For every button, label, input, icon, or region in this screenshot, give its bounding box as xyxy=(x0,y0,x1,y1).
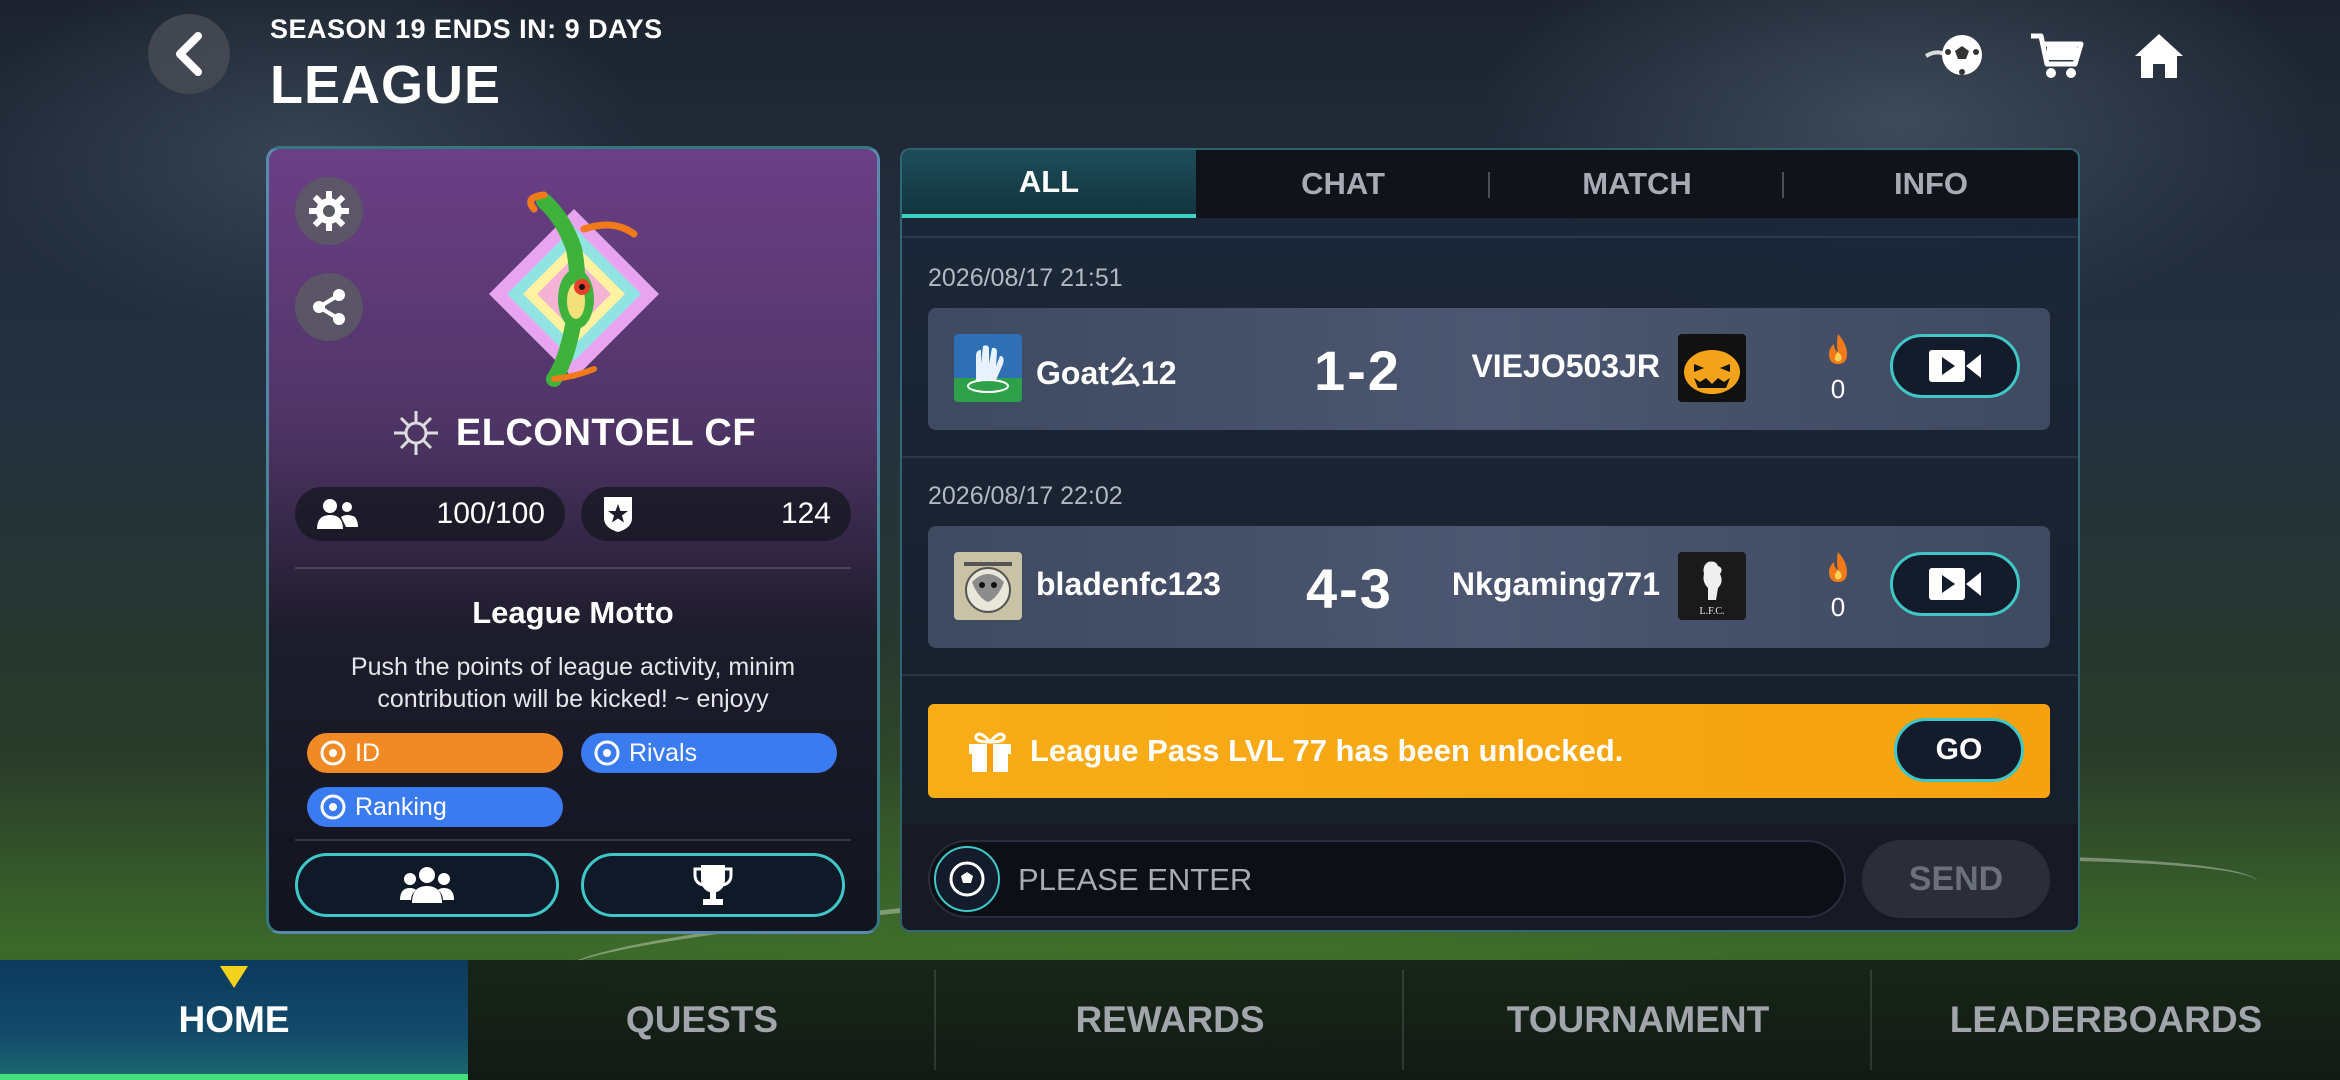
home-team-name: bladenfc123 xyxy=(1036,566,1221,602)
globe-icon xyxy=(320,794,346,820)
send-button[interactable]: SEND xyxy=(1862,840,2050,918)
chat-input[interactable] xyxy=(1016,852,1820,908)
match-score: 4-3 xyxy=(1306,557,1393,620)
tab-match[interactable]: MATCH xyxy=(1490,150,1784,218)
chip-ranking-label: Ranking xyxy=(355,792,447,821)
tab-chat-label: CHAT xyxy=(1301,166,1385,201)
chip-rivals-label: Rivals xyxy=(629,738,698,767)
nav-home[interactable]: HOME xyxy=(0,960,468,1080)
home-team-name: Goat么12 xyxy=(1036,355,1177,391)
globe-icon xyxy=(594,740,620,766)
club-name-row: ELCONTOEL CF xyxy=(269,407,877,459)
tab-all[interactable]: ALL xyxy=(902,150,1196,218)
ball-icon[interactable] xyxy=(1924,24,1986,86)
motto-title: League Motto xyxy=(472,595,674,630)
back-chevron-icon xyxy=(176,32,202,76)
match-card: bladenfc123 4-3 Nkgaming771 L.F.C. 0 xyxy=(928,526,2050,648)
rank-value: 124 xyxy=(780,497,831,530)
page-title: LEAGUE xyxy=(270,55,502,115)
replay-button[interactable] xyxy=(1890,552,2020,616)
league-info-panel: ELCONTOEL CF 100/100 124 League Motto Pu… xyxy=(266,146,880,934)
feed-panel: ALL CHAT MATCH INFO 2026/08/17 21:51 Goa… xyxy=(900,148,2080,932)
divider xyxy=(295,839,851,841)
team-logo-pumpkin xyxy=(1678,334,1746,402)
share-button[interactable] xyxy=(295,273,363,341)
chip-id-label: ID xyxy=(355,738,380,767)
selected-indicator-icon xyxy=(220,966,248,988)
divider xyxy=(902,674,2078,676)
members-button[interactable] xyxy=(295,853,559,917)
members-icon xyxy=(400,867,454,903)
divider xyxy=(902,236,2078,238)
away-logo-text: L.F.C. xyxy=(1699,606,1724,617)
away-team-name: Nkgaming771 xyxy=(1451,566,1660,602)
tab-info[interactable]: INFO xyxy=(1784,150,2078,218)
match-timestamp: 2026/08/17 21:51 xyxy=(928,264,1123,292)
top-icon-bar xyxy=(1924,24,2190,86)
members-count: 100/100 xyxy=(295,487,565,541)
divider xyxy=(295,567,851,569)
pass-banner-text: League Pass LVL 77 has been unlocked. xyxy=(1030,733,1624,768)
away-team-name: VIEJO503JR xyxy=(1471,348,1660,384)
chip-id[interactable]: ID xyxy=(307,733,563,773)
match-timestamp: 2026/08/17 22:02 xyxy=(928,482,1123,510)
season-countdown: SEASON 19 ENDS IN: 9 DAYS xyxy=(270,14,663,44)
back-button[interactable] xyxy=(148,14,230,94)
league-rank: 124 xyxy=(581,487,851,541)
globe-icon xyxy=(320,740,346,766)
nav-home-label: HOME xyxy=(178,999,290,1040)
club-badge-icon xyxy=(393,411,438,455)
settings-button[interactable] xyxy=(295,177,363,245)
replay-button[interactable] xyxy=(1890,334,2020,398)
nav-quests-label: QUESTS xyxy=(625,999,779,1040)
match-score: 1-2 xyxy=(1314,339,1401,402)
tab-match-label: MATCH xyxy=(1582,166,1692,201)
share-icon xyxy=(313,289,345,325)
members-value: 100/100 xyxy=(436,497,545,530)
gift-icon xyxy=(969,732,1011,772)
tab-chat[interactable]: CHAT xyxy=(1196,150,1490,218)
team-logo-liverbird: L.F.C. xyxy=(1678,552,1746,620)
fire-icon xyxy=(1818,550,1858,589)
match-card: Goat么12 1-2 VIEJO503JR 0 xyxy=(928,308,2050,430)
video-camera-icon xyxy=(1929,350,1981,382)
nav-tournament-label: TOURNAMENT xyxy=(1506,999,1770,1040)
soccer-ball-icon xyxy=(949,861,985,897)
nav-tournament[interactable]: TOURNAMENT xyxy=(1404,960,1872,1080)
cart-icon[interactable] xyxy=(2026,24,2088,86)
chat-input-row: SEND xyxy=(902,824,2078,930)
club-name: ELCONTOEL CF xyxy=(455,411,757,454)
nav-quests[interactable]: QUESTS xyxy=(468,960,936,1080)
nav-rewards[interactable]: REWARDS xyxy=(936,960,1404,1080)
team-logo-glove xyxy=(954,334,1022,402)
league-crest-frog-icon xyxy=(489,191,659,387)
video-camera-icon xyxy=(1929,568,1981,600)
team-logo-wolf xyxy=(954,552,1022,620)
league-pass-banner: League Pass LVL 77 has been unlocked. GO xyxy=(928,704,2050,798)
motto-text: Push the points of league activity, mini… xyxy=(350,653,796,713)
chip-rivals[interactable]: Rivals xyxy=(581,733,837,773)
trophy-icon xyxy=(693,865,733,905)
chip-ranking[interactable]: Ranking xyxy=(307,787,563,827)
bottom-nav: HOME QUESTS REWARDS TOURNAMENT LEADERBOA… xyxy=(0,960,2340,1080)
nav-rewards-label: REWARDS xyxy=(1075,999,1265,1040)
members-icon xyxy=(317,499,358,529)
gear-icon xyxy=(309,191,349,231)
rank-shield-star-icon xyxy=(604,497,632,532)
nav-leaderboards[interactable]: LEADERBOARDS xyxy=(1872,960,2340,1080)
emoji-ball-button[interactable] xyxy=(934,846,1000,912)
heat-count: 0 xyxy=(1830,374,1846,404)
feed-tabs: ALL CHAT MATCH INFO xyxy=(902,150,2078,218)
fire-icon xyxy=(1818,332,1858,371)
nav-leaderboards-label: LEADERBOARDS xyxy=(1949,999,2263,1040)
trophy-button[interactable] xyxy=(581,853,845,917)
heat-count: 0 xyxy=(1830,592,1846,622)
divider xyxy=(902,456,2078,458)
go-button[interactable]: GO xyxy=(1894,718,2024,782)
chat-input-box xyxy=(928,840,1846,918)
home-icon[interactable] xyxy=(2128,24,2190,86)
